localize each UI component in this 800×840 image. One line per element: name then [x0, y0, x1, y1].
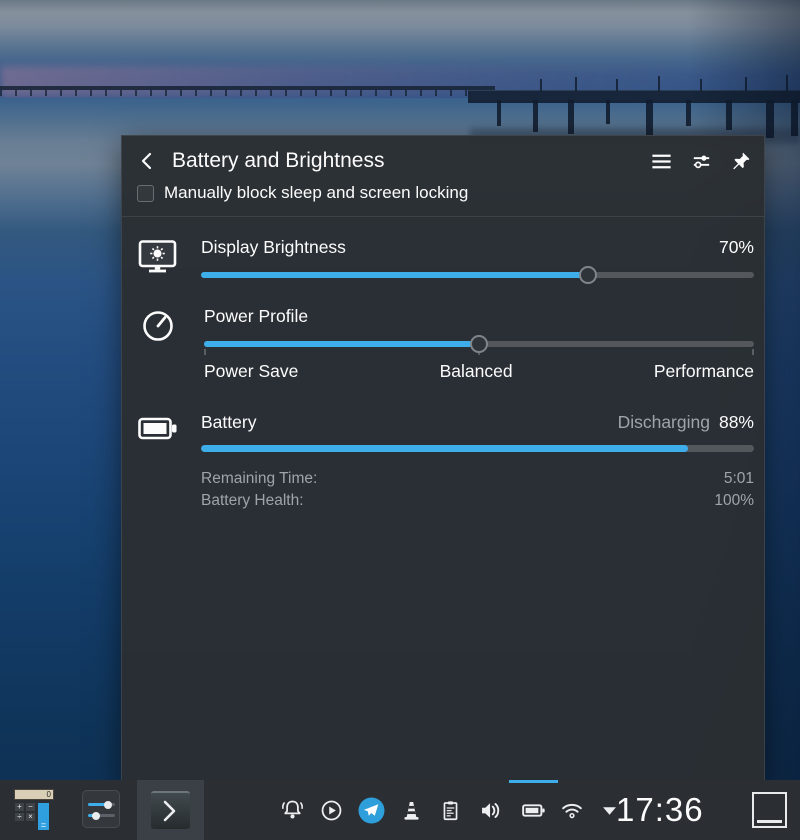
battery-status: Discharging [618, 412, 710, 433]
battery-remaining-time-row: Remaining Time: 5:01 [201, 468, 754, 490]
brightness-label: Display Brightness [201, 237, 346, 258]
battery-tray-icon[interactable] [520, 780, 547, 840]
battery-label: Battery [201, 412, 256, 433]
popup-title: Battery and Brightness [172, 149, 633, 173]
battery-brightness-popup: Battery and Brightness Manually bl [121, 135, 765, 781]
wifi-icon[interactable] [559, 780, 585, 840]
power-profile-slider-handle[interactable] [470, 335, 488, 353]
pin-icon[interactable] [730, 150, 752, 172]
battery-value: 88% [719, 412, 754, 433]
tray-expand-chevron-icon[interactable] [602, 780, 617, 840]
battery-icon [137, 412, 201, 512]
power-profile-level-balanced[interactable]: Balanced [440, 361, 513, 382]
hamburger-menu-icon[interactable] [650, 150, 673, 173]
remaining-time-value: 5:01 [724, 468, 754, 490]
show-desktop-button[interactable] [752, 792, 787, 828]
terminal-task-button[interactable] [151, 791, 190, 829]
brightness-slider-handle[interactable] [579, 266, 597, 284]
notifications-bell-icon[interactable] [280, 780, 305, 840]
taskbar: 0 + − ÷ × = [0, 780, 800, 840]
desktop-screen: Battery and Brightness Manually bl [0, 0, 800, 840]
battery-health-label: Battery Health: [201, 490, 304, 512]
media-player-icon[interactable] [319, 780, 344, 840]
power-profile-label: Power Profile [204, 306, 308, 327]
vlc-cone-icon[interactable] [399, 780, 424, 840]
brightness-section: Display Brightness 70% [137, 237, 754, 284]
popup-header: Battery and Brightness [122, 136, 764, 173]
brightness-value: 70% [719, 237, 754, 258]
battery-health-row: Battery Health: 100% [201, 490, 754, 512]
power-profile-slider[interactable] [204, 335, 754, 353]
block-sleep-checkbox-row[interactable]: Manually block sleep and screen locking [137, 183, 764, 203]
clipboard-icon[interactable] [438, 780, 463, 840]
power-profile-level-performance[interactable]: Performance [654, 361, 754, 382]
power-profile-level-powersave[interactable]: Power Save [204, 361, 298, 382]
battery-section: Battery Discharging 88% Remaining Time: … [137, 412, 754, 512]
block-sleep-label: Manually block sleep and screen locking [164, 183, 468, 203]
calculator-launcher[interactable]: 0 + − ÷ × = [14, 789, 54, 831]
power-profile-section: Power Profile Power Save Balanced Perfor… [137, 306, 754, 382]
brightness-slider[interactable] [201, 266, 754, 284]
remaining-time-label: Remaining Time: [201, 468, 317, 490]
power-profile-gauge-icon [137, 306, 204, 382]
configure-sliders-icon[interactable] [690, 150, 713, 173]
telegram-icon[interactable] [358, 780, 385, 840]
digital-clock[interactable]: 17:36 [616, 780, 704, 840]
volume-icon[interactable] [477, 780, 504, 840]
back-icon[interactable] [137, 150, 157, 172]
battery-health-value: 100% [714, 490, 754, 512]
battery-progress-bar [201, 445, 754, 452]
block-sleep-checkbox[interactable] [137, 185, 154, 202]
active-tray-indicator [509, 780, 558, 783]
calculator-icon-display: 0 [14, 789, 54, 800]
audio-mixer-launcher[interactable] [82, 790, 120, 828]
display-brightness-icon [137, 237, 201, 284]
